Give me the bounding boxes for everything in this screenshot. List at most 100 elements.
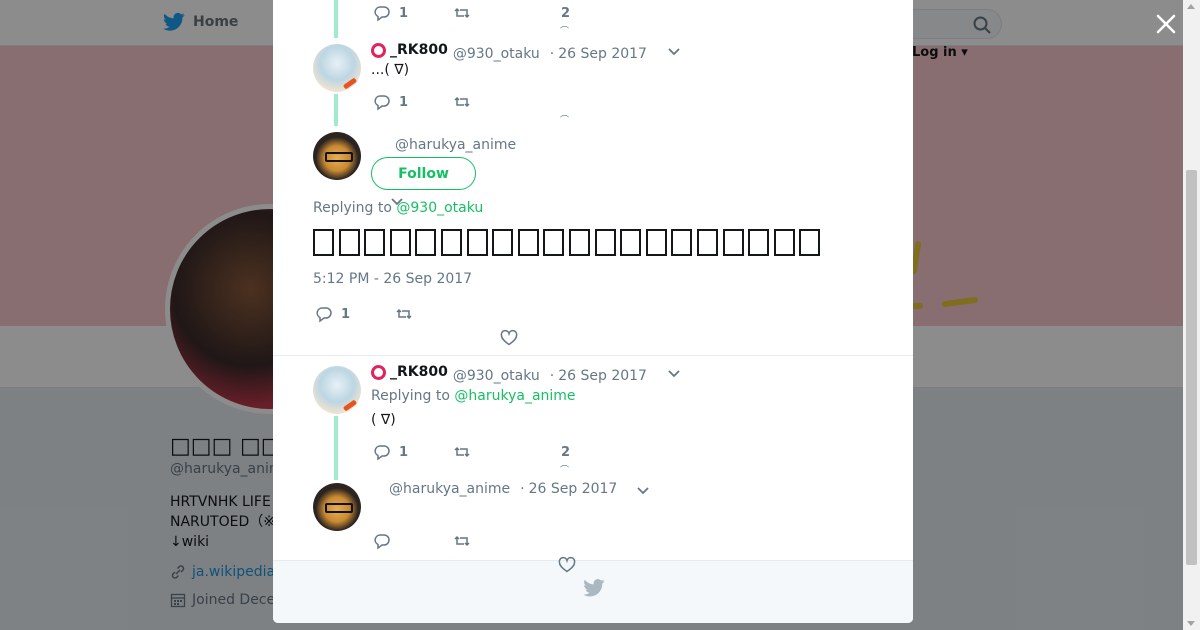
chevron-down-icon[interactable] [668, 48, 680, 56]
replying-to-link[interactable]: @930_otaku [396, 200, 483, 216]
timestamp[interactable]: 26 Sep 2017 [558, 46, 647, 62]
replying-prefix: Replying to [313, 200, 397, 216]
reply-button[interactable]: 1 [315, 305, 350, 323]
reply-icon [374, 445, 390, 461]
display-name[interactable]: _RK800 [371, 364, 448, 380]
display-name-text: _RK800 [390, 42, 448, 58]
reply-count: 1 [399, 94, 409, 110]
thread-line [334, 0, 338, 38]
tweet-timestamp[interactable]: 5:12 PM - 26 Sep 2017 [313, 271, 472, 287]
scroll-down-arrow[interactable] [1187, 621, 1195, 626]
red-circle-emoji-icon [371, 364, 386, 380]
red-circle-emoji-icon [371, 42, 386, 58]
missing-glyph [696, 228, 718, 256]
modal-footer [273, 560, 913, 623]
missing-glyph [389, 228, 411, 256]
username[interactable]: @harukya_anime [395, 137, 516, 153]
twitter-bird-icon [583, 579, 605, 597]
like-icon[interactable] [500, 329, 518, 347]
tweet-text-large [313, 224, 825, 257]
scroll-up-arrow[interactable] [1187, 4, 1195, 9]
tweet-modal: 1 2 ⌒ _RK800 @930_otaku · 26 Sep 2017 ..… [273, 0, 913, 623]
retweet-icon [454, 96, 470, 108]
timestamp[interactable]: 26 Sep 2017 [529, 481, 618, 497]
separator-dot: · [549, 367, 555, 384]
retweet-icon [396, 308, 412, 320]
replying-to: Replying to @930_otaku [313, 200, 483, 216]
missing-glyph [440, 228, 462, 256]
retweet-icon [454, 446, 470, 458]
missing-glyph [492, 228, 514, 256]
chevron-down-icon[interactable] [668, 370, 680, 378]
reply-count: 1 [399, 444, 409, 460]
avatar[interactable] [313, 44, 361, 92]
reply-icon [374, 6, 390, 22]
display-name-text: _RK800 [390, 364, 448, 380]
avatar[interactable] [313, 366, 361, 414]
username[interactable]: @930_otaku [453, 368, 540, 384]
follow-button[interactable]: Follow [371, 157, 476, 190]
thread-line [334, 94, 338, 126]
reply-icon [374, 95, 390, 111]
missing-glyph [594, 228, 616, 256]
missing-glyph [364, 228, 386, 256]
retweet-button[interactable] [395, 305, 413, 323]
scroll-thumb[interactable] [1186, 170, 1197, 565]
tweet-header: @harukya_anime · 26 Sep 2017 [389, 481, 617, 497]
like-icon[interactable] [558, 556, 576, 574]
display-name[interactable]: _RK800 [371, 42, 448, 58]
missing-glyph [748, 228, 770, 256]
replying-to-link[interactable]: @harukya_anime [454, 388, 575, 404]
retweet-button[interactable] [453, 443, 471, 461]
like-count: 2 [561, 445, 571, 460]
tweet-header: _RK800 @930_otaku · 26 Sep 2017 [371, 42, 647, 62]
like-icon-partial: ⌒ [560, 116, 570, 126]
divider [273, 355, 913, 356]
reply-icon [316, 307, 332, 323]
like-icon-partial: ⌒ [560, 27, 570, 37]
like-count: 2 [561, 6, 571, 21]
retweet-button[interactable] [453, 4, 471, 22]
avatar[interactable] [313, 132, 361, 180]
missing-glyph [568, 228, 590, 256]
separator-dot: · [520, 481, 525, 497]
chevron-down-icon[interactable] [637, 487, 649, 495]
username[interactable]: @930_otaku [453, 46, 540, 62]
replying-to: Replying to @harukya_anime [371, 388, 576, 404]
retweet-icon [454, 535, 470, 547]
missing-glyph [517, 228, 539, 256]
missing-glyph [313, 228, 334, 256]
missing-glyph [773, 228, 795, 256]
missing-glyph [466, 228, 488, 256]
tweet-header: @harukya_anime [395, 137, 516, 153]
tweet-text: ...( ∇) [371, 62, 410, 78]
retweet-icon [454, 7, 470, 19]
retweet-button[interactable] [453, 532, 471, 550]
retweet-button[interactable] [453, 93, 471, 111]
missing-glyph [671, 228, 693, 256]
tweet-text: ( ∇) [371, 412, 396, 428]
reply-count: 1 [399, 5, 409, 21]
tweet-header: _RK800 @930_otaku · 26 Sep 2017 [371, 364, 647, 384]
username[interactable]: @harukya_anime [389, 481, 510, 497]
follow-label: Follow [398, 165, 449, 182]
reply-count: 1 [341, 306, 351, 322]
missing-glyph [799, 228, 821, 256]
thread-line [334, 416, 338, 480]
replying-prefix: Replying to [371, 388, 455, 404]
missing-glyph [543, 228, 565, 256]
missing-glyph [415, 228, 437, 256]
reply-button[interactable]: 1 [373, 443, 408, 461]
close-icon[interactable] [1154, 12, 1178, 36]
reply-button[interactable] [373, 532, 391, 550]
missing-glyph [620, 228, 642, 256]
missing-glyph [338, 228, 360, 256]
avatar[interactable] [313, 483, 361, 531]
timestamp[interactable]: 26 Sep 2017 [558, 368, 647, 384]
reply-icon [374, 534, 390, 550]
missing-glyph [722, 228, 744, 256]
reply-button[interactable]: 1 [373, 4, 408, 22]
separator-dot: · [549, 45, 555, 62]
reply-button[interactable]: 1 [373, 93, 408, 111]
page-scrollbar[interactable] [1183, 0, 1200, 630]
